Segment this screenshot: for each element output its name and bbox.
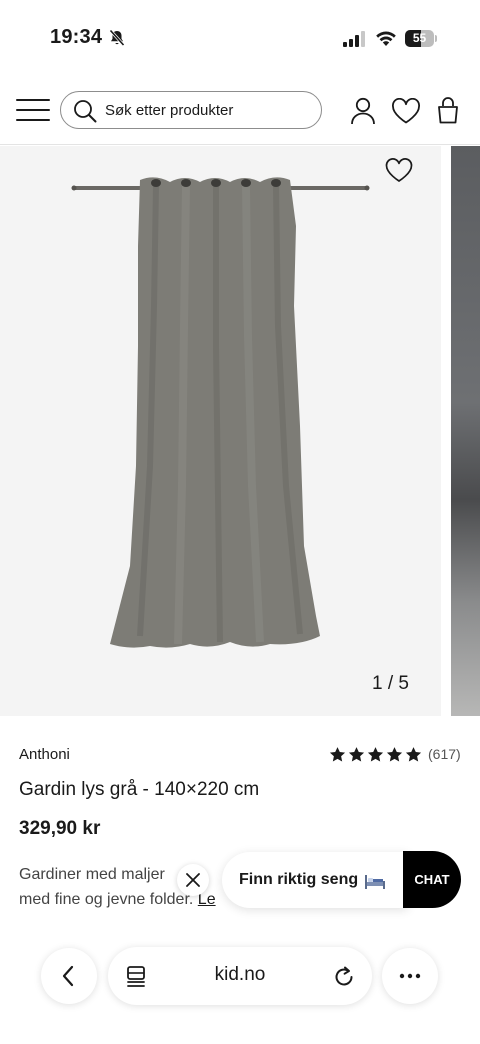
star-icon [386, 746, 403, 761]
gallery-slide[interactable]: 1 / 5 [0, 146, 441, 716]
rating-stars [329, 746, 422, 763]
chat-button[interactable]: CHAT [403, 851, 461, 908]
reload-icon[interactable] [332, 964, 356, 988]
more-dots-icon [399, 973, 421, 979]
search-placeholder: Søk etter produkter [105, 102, 234, 119]
product-brand[interactable]: Anthoni [19, 746, 70, 763]
battery-indicator: 55 [405, 30, 437, 47]
menu-icon[interactable] [16, 98, 50, 122]
battery-level: 55 [412, 31, 427, 45]
next-slide-preview[interactable] [451, 146, 480, 716]
rating-count: (617) [428, 746, 461, 762]
close-icon [186, 873, 200, 887]
search-icon [74, 100, 97, 123]
description-line-1: Gardiner med maljer [19, 866, 165, 883]
search-input[interactable]: Søk etter produkter [60, 91, 322, 129]
curtain-product-image [71, 177, 370, 648]
status-time: 19:34 [50, 26, 103, 48]
wishlist-icon[interactable] [391, 98, 421, 124]
product-rating[interactable]: (617) [329, 744, 461, 764]
star-icon [348, 746, 365, 761]
product-title: Gardin lys grå - 140×220 cm [19, 779, 260, 800]
product-price: 329,90 kr [19, 818, 101, 839]
browser-toolbar: kid.no [0, 922, 480, 1044]
cart-icon[interactable] [436, 96, 460, 124]
bed-finder-promo[interactable]: Finn riktig seng [222, 852, 408, 908]
bell-muted-icon [109, 29, 125, 47]
address-bar[interactable]: kid.no [108, 947, 372, 1005]
star-icon [405, 746, 422, 761]
add-to-favorites-icon[interactable] [384, 157, 414, 183]
account-icon[interactable] [350, 97, 376, 125]
wifi-icon [376, 31, 396, 46]
product-gallery[interactable]: 1 / 5 [0, 146, 480, 716]
slide-counter: 1 / 5 [372, 673, 409, 694]
status-bar: 19:34 55 [0, 0, 480, 78]
star-icon [367, 746, 384, 761]
promo-text: Finn riktig seng [239, 871, 359, 888]
bed-icon [365, 875, 385, 889]
chevron-left-icon [62, 965, 74, 987]
star-icon [329, 746, 346, 761]
description-line-2: med fine og jevne folder. [19, 891, 194, 908]
browser-more-button[interactable] [382, 948, 438, 1004]
close-promo-button[interactable] [177, 864, 209, 896]
signal-icon [343, 31, 365, 47]
site-header: Søk etter produkter [0, 78, 480, 145]
browser-back-button[interactable] [41, 948, 97, 1004]
